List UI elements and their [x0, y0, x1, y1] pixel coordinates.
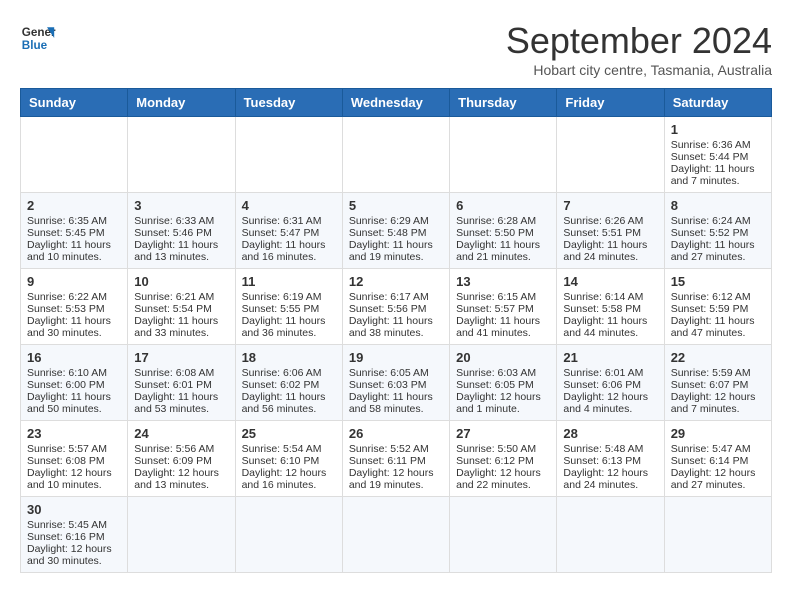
- day-number: 2: [27, 198, 121, 213]
- day-number: 6: [456, 198, 550, 213]
- empty-cell: [235, 117, 342, 193]
- empty-cell: [342, 497, 449, 573]
- calendar-cell-25: 25Sunrise: 5:54 AMSunset: 6:10 PMDayligh…: [235, 421, 342, 497]
- empty-cell: [450, 497, 557, 573]
- header-friday: Friday: [557, 89, 664, 117]
- calendar-cell-12: 12Sunrise: 6:17 AMSunset: 5:56 PMDayligh…: [342, 269, 449, 345]
- day-number: 30: [27, 502, 121, 517]
- calendar-cell-9: 9Sunrise: 6:22 AMSunset: 5:53 PMDaylight…: [21, 269, 128, 345]
- calendar-cell-8: 8Sunrise: 6:24 AMSunset: 5:52 PMDaylight…: [664, 193, 771, 269]
- day-number: 22: [671, 350, 765, 365]
- empty-cell: [450, 117, 557, 193]
- calendar-table: SundayMondayTuesdayWednesdayThursdayFrid…: [20, 88, 772, 573]
- empty-cell: [21, 117, 128, 193]
- calendar-week-1: 1Sunrise: 6:36 AMSunset: 5:44 PMDaylight…: [21, 117, 772, 193]
- day-number: 20: [456, 350, 550, 365]
- calendar-cell-18: 18Sunrise: 6:06 AMSunset: 6:02 PMDayligh…: [235, 345, 342, 421]
- calendar-cell-28: 28Sunrise: 5:48 AMSunset: 6:13 PMDayligh…: [557, 421, 664, 497]
- svg-text:Blue: Blue: [22, 39, 48, 52]
- day-number: 14: [563, 274, 657, 289]
- empty-cell: [557, 117, 664, 193]
- calendar-cell-17: 17Sunrise: 6:08 AMSunset: 6:01 PMDayligh…: [128, 345, 235, 421]
- calendar-week-2: 2Sunrise: 6:35 AMSunset: 5:45 PMDaylight…: [21, 193, 772, 269]
- day-number: 17: [134, 350, 228, 365]
- day-number: 24: [134, 426, 228, 441]
- day-number: 1: [671, 122, 765, 137]
- day-number: 3: [134, 198, 228, 213]
- day-number: 27: [456, 426, 550, 441]
- day-number: 28: [563, 426, 657, 441]
- day-number: 12: [349, 274, 443, 289]
- calendar-cell-27: 27Sunrise: 5:50 AMSunset: 6:12 PMDayligh…: [450, 421, 557, 497]
- calendar-week-6: 30Sunrise: 5:45 AMSunset: 6:16 PMDayligh…: [21, 497, 772, 573]
- calendar-cell-21: 21Sunrise: 6:01 AMSunset: 6:06 PMDayligh…: [557, 345, 664, 421]
- day-number: 29: [671, 426, 765, 441]
- calendar-cell-30: 30Sunrise: 5:45 AMSunset: 6:16 PMDayligh…: [21, 497, 128, 573]
- day-number: 11: [242, 274, 336, 289]
- header-thursday: Thursday: [450, 89, 557, 117]
- calendar-cell-24: 24Sunrise: 5:56 AMSunset: 6:09 PMDayligh…: [128, 421, 235, 497]
- calendar-cell-23: 23Sunrise: 5:57 AMSunset: 6:08 PMDayligh…: [21, 421, 128, 497]
- day-number: 23: [27, 426, 121, 441]
- calendar-cell-1: 1Sunrise: 6:36 AMSunset: 5:44 PMDaylight…: [664, 117, 771, 193]
- day-number: 16: [27, 350, 121, 365]
- calendar-cell-6: 6Sunrise: 6:28 AMSunset: 5:50 PMDaylight…: [450, 193, 557, 269]
- day-number: 13: [456, 274, 550, 289]
- calendar-cell-26: 26Sunrise: 5:52 AMSunset: 6:11 PMDayligh…: [342, 421, 449, 497]
- calendar-cell-3: 3Sunrise: 6:33 AMSunset: 5:46 PMDaylight…: [128, 193, 235, 269]
- subtitle: Hobart city centre, Tasmania, Australia: [506, 62, 772, 78]
- calendar-week-3: 9Sunrise: 6:22 AMSunset: 5:53 PMDaylight…: [21, 269, 772, 345]
- empty-cell: [342, 117, 449, 193]
- empty-cell: [235, 497, 342, 573]
- main-title: September 2024: [506, 20, 772, 62]
- day-number: 7: [563, 198, 657, 213]
- calendar-cell-13: 13Sunrise: 6:15 AMSunset: 5:57 PMDayligh…: [450, 269, 557, 345]
- empty-cell: [128, 117, 235, 193]
- day-number: 21: [563, 350, 657, 365]
- calendar-cell-4: 4Sunrise: 6:31 AMSunset: 5:47 PMDaylight…: [235, 193, 342, 269]
- day-number: 19: [349, 350, 443, 365]
- header-tuesday: Tuesday: [235, 89, 342, 117]
- calendar-week-5: 23Sunrise: 5:57 AMSunset: 6:08 PMDayligh…: [21, 421, 772, 497]
- day-number: 5: [349, 198, 443, 213]
- header-monday: Monday: [128, 89, 235, 117]
- empty-cell: [128, 497, 235, 573]
- day-number: 18: [242, 350, 336, 365]
- day-number: 9: [27, 274, 121, 289]
- empty-cell: [664, 497, 771, 573]
- header-sunday: Sunday: [21, 89, 128, 117]
- calendar-cell-5: 5Sunrise: 6:29 AMSunset: 5:48 PMDaylight…: [342, 193, 449, 269]
- day-number: 4: [242, 198, 336, 213]
- calendar-week-4: 16Sunrise: 6:10 AMSunset: 6:00 PMDayligh…: [21, 345, 772, 421]
- header-wednesday: Wednesday: [342, 89, 449, 117]
- day-number: 15: [671, 274, 765, 289]
- logo-icon: General Blue: [20, 20, 56, 56]
- calendar-cell-20: 20Sunrise: 6:03 AMSunset: 6:05 PMDayligh…: [450, 345, 557, 421]
- calendar-cell-16: 16Sunrise: 6:10 AMSunset: 6:00 PMDayligh…: [21, 345, 128, 421]
- header: General Blue September 2024 Hobart city …: [20, 20, 772, 78]
- calendar-cell-19: 19Sunrise: 6:05 AMSunset: 6:03 PMDayligh…: [342, 345, 449, 421]
- day-number: 25: [242, 426, 336, 441]
- calendar-cell-11: 11Sunrise: 6:19 AMSunset: 5:55 PMDayligh…: [235, 269, 342, 345]
- logo: General Blue: [20, 20, 56, 56]
- header-saturday: Saturday: [664, 89, 771, 117]
- day-number: 10: [134, 274, 228, 289]
- calendar-cell-7: 7Sunrise: 6:26 AMSunset: 5:51 PMDaylight…: [557, 193, 664, 269]
- calendar-cell-10: 10Sunrise: 6:21 AMSunset: 5:54 PMDayligh…: [128, 269, 235, 345]
- day-number: 26: [349, 426, 443, 441]
- calendar-cell-22: 22Sunrise: 5:59 AMSunset: 6:07 PMDayligh…: [664, 345, 771, 421]
- calendar-header-row: SundayMondayTuesdayWednesdayThursdayFrid…: [21, 89, 772, 117]
- empty-cell: [557, 497, 664, 573]
- calendar-cell-29: 29Sunrise: 5:47 AMSunset: 6:14 PMDayligh…: [664, 421, 771, 497]
- calendar-cell-2: 2Sunrise: 6:35 AMSunset: 5:45 PMDaylight…: [21, 193, 128, 269]
- calendar-cell-15: 15Sunrise: 6:12 AMSunset: 5:59 PMDayligh…: [664, 269, 771, 345]
- title-area: September 2024 Hobart city centre, Tasma…: [506, 20, 772, 78]
- day-number: 8: [671, 198, 765, 213]
- calendar-cell-14: 14Sunrise: 6:14 AMSunset: 5:58 PMDayligh…: [557, 269, 664, 345]
